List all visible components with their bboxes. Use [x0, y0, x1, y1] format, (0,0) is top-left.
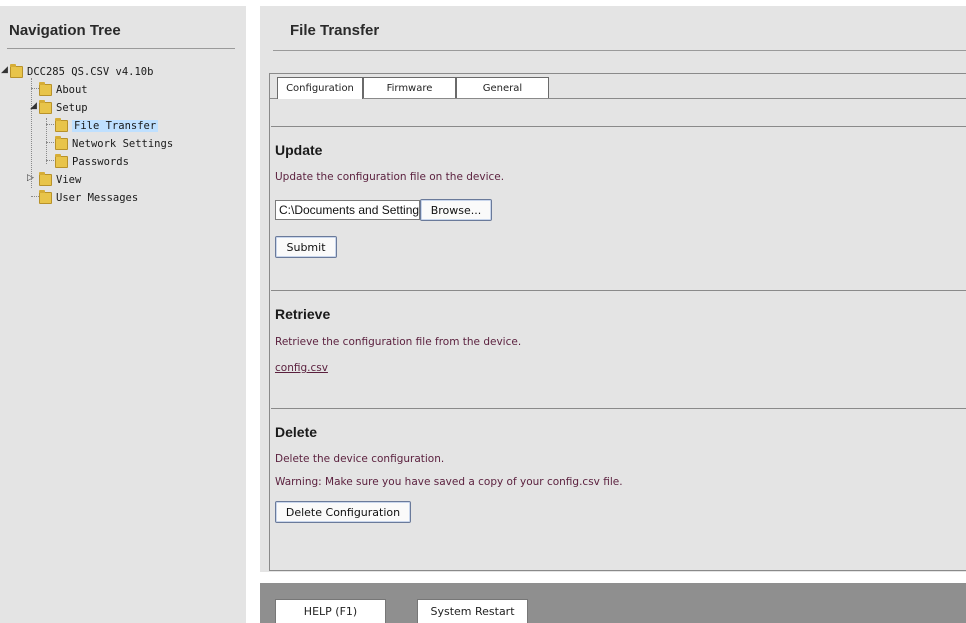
folder-icon [55, 118, 68, 132]
tree-item-label: File Transfer [72, 120, 159, 132]
folder-icon [39, 172, 52, 186]
tree-item-user-messages[interactable]: User Messages [39, 190, 138, 206]
config-csv-link[interactable]: config.csv [275, 362, 328, 374]
folder-icon [55, 136, 68, 150]
tree-line [46, 124, 54, 126]
collapse-icon[interactable]: ◢ [1, 65, 8, 75]
tree-item-setup[interactable]: Setup [39, 100, 88, 116]
tab-strip-border [270, 98, 966, 99]
tree-item-label: DCC285 QS.CSV v4.10b [27, 66, 154, 78]
folder-icon [39, 190, 52, 204]
collapse-icon[interactable]: ◢ [30, 101, 37, 111]
retrieve-section-title: Retrieve [275, 306, 331, 322]
tree-line [46, 142, 54, 144]
folder-icon [39, 82, 52, 96]
delete-warning: Warning: Make sure you have saved a copy… [275, 476, 623, 488]
help-button[interactable]: HELP (F1) [275, 599, 386, 623]
tree-item-passwords[interactable]: Passwords [55, 154, 129, 170]
tree-line [31, 88, 39, 90]
section-divider [271, 290, 966, 291]
delete-description: Delete the device configuration. [275, 453, 445, 465]
tree-item-label: View [56, 174, 82, 186]
tree-item-about[interactable]: About [39, 82, 88, 98]
footer-bar: HELP (F1) System Restart [260, 583, 966, 623]
folder-icon [10, 64, 23, 78]
folder-icon [55, 154, 68, 168]
tree-item-label: About [56, 84, 88, 96]
system-restart-button[interactable]: System Restart [417, 599, 528, 623]
tree-line [46, 160, 54, 162]
tree-line [31, 196, 39, 198]
tab-configuration[interactable]: Configuration [277, 77, 363, 99]
tab-pane: Configuration Firmware General Update Up… [269, 73, 966, 571]
retrieve-description: Retrieve the configuration file from the… [275, 336, 522, 348]
browse-button[interactable]: Browse... [420, 199, 492, 221]
section-divider [271, 126, 966, 127]
tree-line [31, 78, 33, 188]
tree-item-root[interactable]: DCC285 QS.CSV v4.10b [10, 64, 153, 80]
nav-title: Navigation Tree [9, 22, 121, 39]
config-file-input[interactable]: C:\Documents and Settings [275, 200, 420, 220]
navigation-panel: Navigation Tree ◢ DCC285 QS.CSV v4.10b A… [0, 6, 246, 623]
tree-item-view[interactable]: View [39, 172, 81, 188]
title-divider [273, 50, 966, 51]
delete-section-title: Delete [275, 424, 318, 440]
update-section-title: Update [275, 142, 323, 158]
tree-item-label: User Messages [56, 192, 139, 204]
section-divider [271, 408, 966, 409]
tab-firmware[interactable]: Firmware [363, 77, 456, 98]
tree-item-file-transfer[interactable]: File Transfer [55, 118, 159, 134]
main-panel: File Transfer Configuration Firmware Gen… [260, 6, 966, 572]
expand-icon[interactable]: ▷ [27, 173, 34, 183]
tree-item-label: Setup [56, 102, 88, 114]
tree-item-network-settings[interactable]: Network Settings [55, 136, 173, 152]
delete-configuration-button[interactable]: Delete Configuration [275, 501, 411, 523]
page-title: File Transfer [290, 22, 380, 39]
tree-item-label: Passwords [72, 156, 129, 168]
update-description: Update the configuration file on the dev… [275, 171, 505, 183]
tab-general[interactable]: General [456, 77, 549, 98]
submit-button[interactable]: Submit [275, 236, 337, 258]
folder-icon [39, 100, 52, 114]
nav-divider [7, 48, 235, 49]
tree-item-label: Network Settings [72, 138, 174, 150]
